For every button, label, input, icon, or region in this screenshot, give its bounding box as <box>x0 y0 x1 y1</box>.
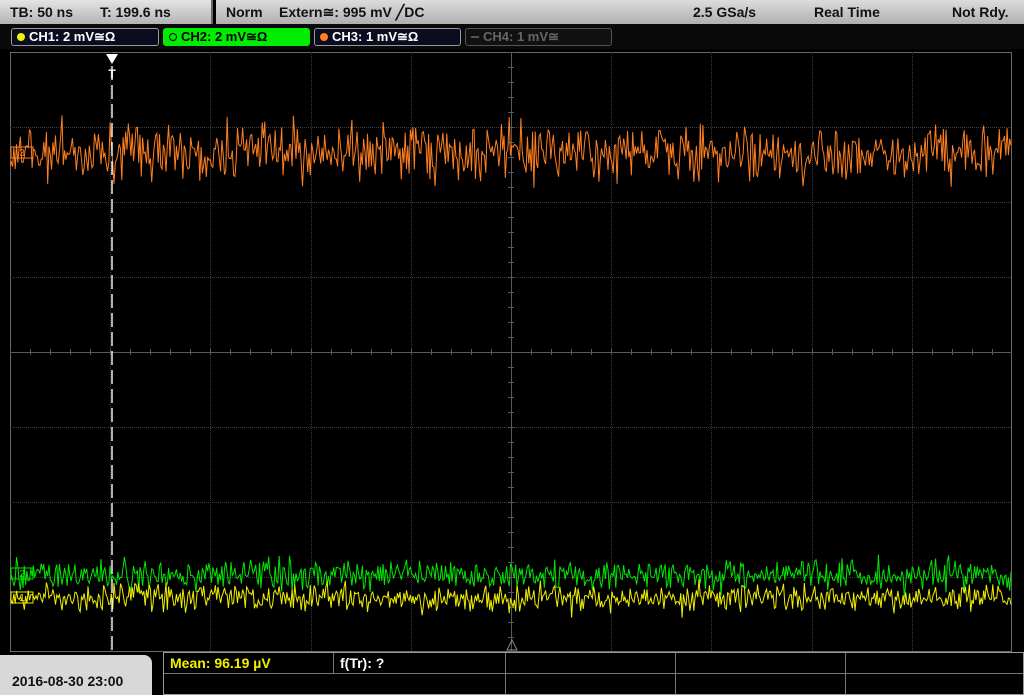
channel-3-trace <box>10 115 1012 188</box>
channel-2-trace <box>10 554 1012 598</box>
channel-bar: CH1: 2 mV≅Ω CH2: 2 mV≅Ω CH3: 1 mV≅Ω CH4:… <box>0 24 1024 49</box>
measurement-cell-8[interactable] <box>676 674 846 694</box>
acquisition-mode-label: Real Time <box>814 4 880 20</box>
datetime-label: 2016-08-30 23:00 <box>12 673 124 689</box>
channel-2-dot-icon <box>169 33 177 41</box>
ground-markers: 3 2 1 <box>10 146 34 604</box>
status-label: Not Rdy. <box>952 4 1009 20</box>
channel-3-button[interactable]: CH3: 1 mV≅Ω <box>314 28 461 46</box>
timebase-label: TB: 50 ns <box>10 4 74 20</box>
datetime-panel: 2016-08-30 23:00 <box>0 655 152 695</box>
measurement-cell-2[interactable]: f(Tr): ? <box>334 653 506 674</box>
trigger-label: T <box>108 67 116 81</box>
channel-2-label: CH2: 2 mV≅Ω <box>181 29 268 44</box>
channel-3-dot-icon <box>320 33 328 41</box>
channel-3-label: CH3: 1 mV≅Ω <box>332 29 419 44</box>
waveform-traces <box>10 115 1012 618</box>
trigger-mode-label: Norm <box>226 4 263 20</box>
channel-1-dot-icon <box>17 33 25 41</box>
sample-rate-label: 2.5 GSa/s <box>693 4 757 20</box>
measurement-cell-7[interactable] <box>506 674 676 694</box>
channel-1-button[interactable]: CH1: 2 mV≅Ω <box>11 28 159 46</box>
channel-4-label: CH4: 1 mV≅ <box>483 29 559 44</box>
function-measurement: f(Tr): ? <box>340 655 385 671</box>
channel-3-ground-label: 3 <box>19 148 25 159</box>
channel-4-button[interactable]: CH4: 1 mV≅ <box>465 28 612 46</box>
waveform-display[interactable]: T 3 2 1 <box>10 52 1012 652</box>
trigger-time-label: T: 199.6 ns <box>100 4 171 20</box>
channel-1-trace <box>10 579 1012 618</box>
measurement-cell-9[interactable] <box>846 674 1023 694</box>
mean-measurement: Mean: 96.19 µV <box>170 655 271 671</box>
measurement-cell-6[interactable] <box>164 674 506 694</box>
acquisition-panel[interactable]: Norm Extern≅: 995 mV ╱DC 2.5 GSa/s Real … <box>216 0 1024 24</box>
measurement-cell-3[interactable] <box>506 653 676 674</box>
channel-2-button[interactable]: CH2: 2 mV≅Ω <box>163 28 310 46</box>
channel-4-dash-icon <box>471 36 479 38</box>
timebase-panel[interactable]: TB: 50 ns T: 199.6 ns <box>0 0 213 24</box>
measurement-cell-5[interactable] <box>846 653 1023 674</box>
trigger-arrow-icon <box>106 54 118 64</box>
measurement-cell-4[interactable] <box>676 653 846 674</box>
trigger-source-label: Extern≅: 995 mV ╱DC <box>279 4 425 20</box>
measurement-bar: Mean: 96.19 µV f(Tr): ? <box>163 652 1024 695</box>
channel-1-label: CH1: 2 mV≅Ω <box>29 29 116 44</box>
channel-2-ground-label: 2 <box>19 569 25 580</box>
measurement-cell-1[interactable]: Mean: 96.19 µV <box>164 653 334 674</box>
channel-1-ground-label: 1 <box>19 593 25 604</box>
